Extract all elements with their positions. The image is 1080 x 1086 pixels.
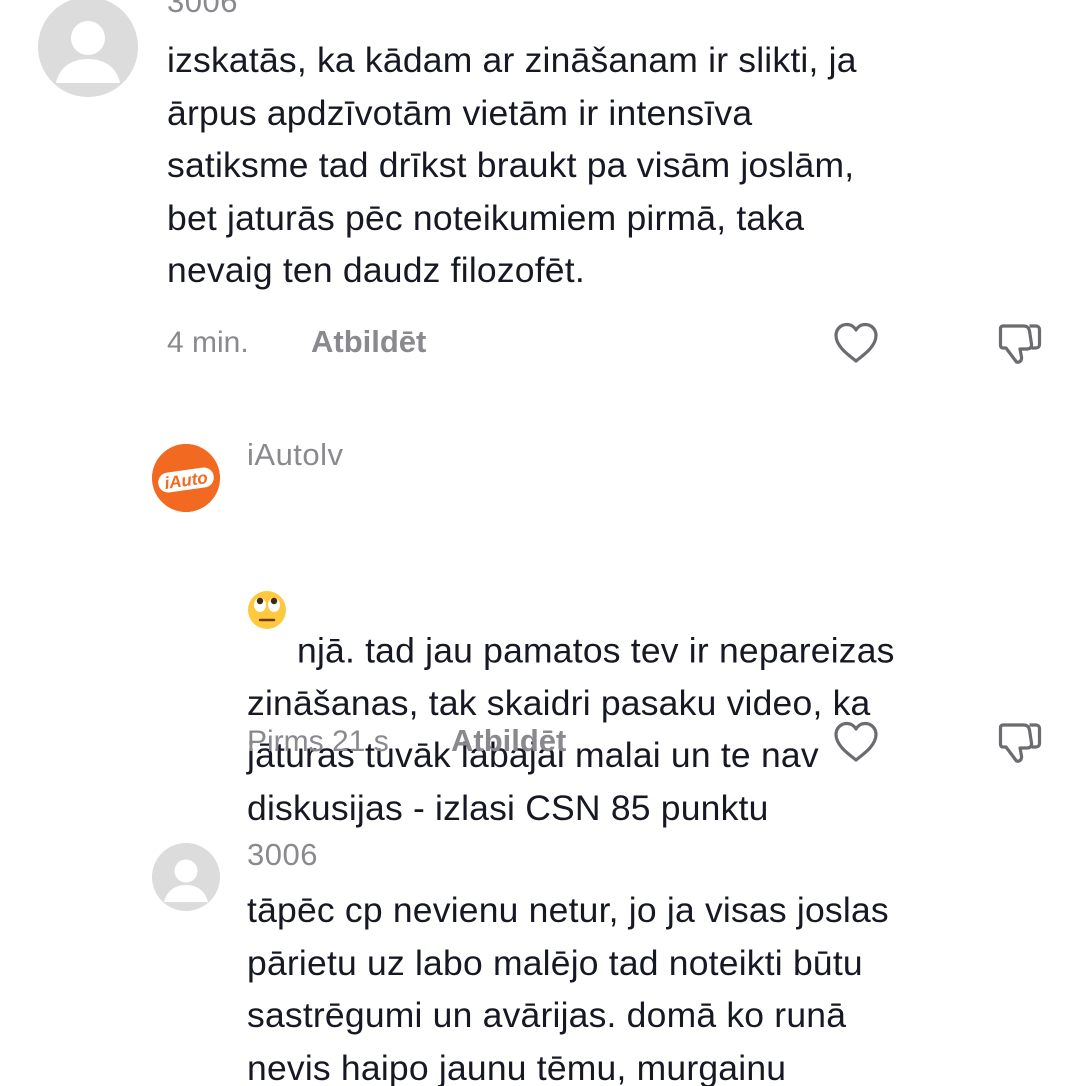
thumbs-down-icon	[998, 723, 1042, 763]
username[interactable]: 3006	[167, 0, 238, 22]
comment-3: 3006 tāpēc cp nevienu netur, jo ja visas…	[0, 830, 1080, 1086]
username[interactable]: iAutolv	[247, 435, 344, 475]
heart-icon	[834, 322, 878, 363]
default-avatar-icon	[164, 859, 208, 902]
comment-text: izskatās, ka kādam ar zināšanam ir slikt…	[167, 40, 857, 290]
comment-time: Pirms 21 s	[247, 725, 389, 758]
avatar[interactable]: iAuto	[152, 444, 220, 512]
dislike-button[interactable]	[994, 317, 1046, 369]
comment-1: 3006 izskatās, ka kādam ar zināšanam ir …	[0, 0, 1080, 380]
avatar[interactable]	[38, 0, 138, 97]
like-button[interactable]	[830, 716, 882, 768]
iauto-logo: iAuto	[152, 444, 220, 512]
like-button[interactable]	[830, 317, 882, 369]
comment-text: njā. tad jau pamatos tev ir nepareizas z…	[247, 485, 895, 834]
reply-button[interactable]: Atbildēt	[311, 322, 426, 362]
heart-icon	[834, 721, 878, 762]
comment-text: tāpēc cp nevienu netur, jo ja visas josl…	[247, 890, 889, 1086]
comment-time: 4 min.	[167, 326, 249, 359]
avatar[interactable]	[152, 843, 220, 911]
default-avatar-icon	[56, 21, 120, 83]
rolling-eyes-emoji-icon	[247, 538, 287, 629]
comment-2: iAuto iAutolv njā. tad jau pamatos tev i…	[0, 430, 1080, 828]
dislike-button[interactable]	[994, 716, 1046, 768]
thumbs-down-icon	[998, 324, 1042, 364]
reply-button[interactable]: Atbildēt	[451, 721, 566, 761]
username[interactable]: 3006	[247, 835, 318, 875]
